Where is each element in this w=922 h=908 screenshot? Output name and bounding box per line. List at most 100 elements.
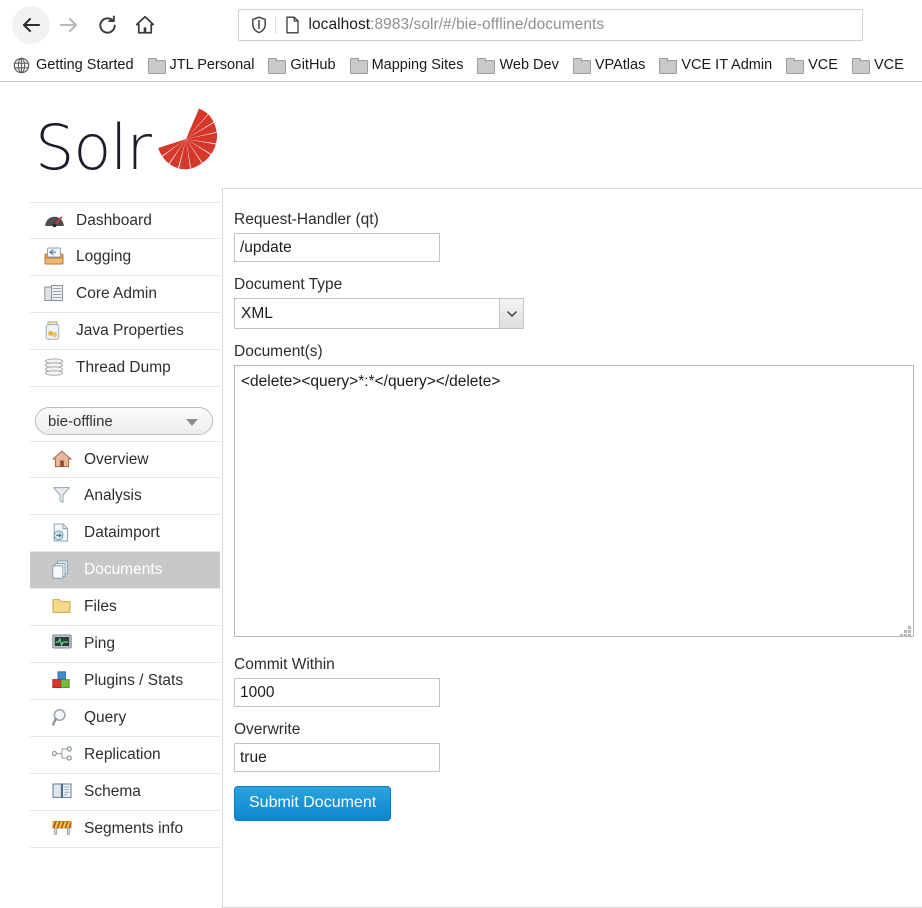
sidebar-item-label: Dashboard (76, 211, 152, 229)
documents-textarea[interactable] (234, 365, 914, 638)
browser-nav-bar: localhost:8983/solr/#/bie-offline/docume… (0, 0, 922, 50)
sidebar-item-label: Dataimport (84, 524, 160, 542)
sidebar-item-plugins-stats[interactable]: Plugins / Stats (30, 663, 220, 700)
sidebar-item-segments-info[interactable]: Segments info (30, 811, 220, 848)
sidebar-item-query[interactable]: Query (30, 700, 220, 737)
sidebar-item-thread-dump[interactable]: Thread Dump (30, 350, 220, 387)
bookmark-label: Getting Started (36, 57, 134, 73)
sidebar-item-replication[interactable]: Replication (30, 737, 220, 774)
document-type-value: XML (241, 304, 273, 322)
bookmark-label: VCE IT Admin (681, 57, 773, 73)
page-document-icon (285, 16, 299, 34)
bookmark-label: VCE (873, 57, 904, 73)
folder-icon (786, 58, 805, 74)
sidebar-item-documents[interactable]: Documents (30, 552, 220, 589)
solr-wordmark: Solr (35, 111, 152, 184)
request-handler-input[interactable] (234, 233, 440, 263)
sidebar-item-label: Logging (76, 248, 132, 266)
folder-icon (659, 58, 678, 74)
browser-chrome: localhost:8983/solr/#/bie-offline/docume… (0, 0, 922, 82)
url-bar-container: localhost:8983/solr/#/bie-offline/docume… (164, 9, 912, 41)
commit-within-input[interactable] (234, 678, 440, 708)
solr-admin-page: Solr Dashboard Logging Core Admin Java P… (0, 82, 922, 908)
sidebar-item-java-properties[interactable]: Java Properties (30, 313, 220, 350)
document-type-select[interactable]: XML (234, 298, 524, 330)
core-nav: Overview Analysis Dataimport Documents F… (30, 441, 220, 848)
home-icon (135, 15, 155, 34)
sidebar-item-label: Replication (84, 746, 161, 764)
sidebar-item-label: Thread Dump (76, 359, 171, 377)
reload-icon (98, 15, 116, 34)
segments-barrier-icon (52, 819, 74, 839)
sidebar-item-label: Core Admin (76, 285, 157, 303)
files-folder-icon (52, 597, 74, 617)
core-selector[interactable]: bie-offline (35, 407, 213, 435)
url-host: localhost (308, 16, 371, 33)
sidebar-item-label: Schema (84, 783, 141, 801)
sidebar-item-label: Plugins / Stats (84, 672, 184, 690)
home-button[interactable] (126, 6, 164, 44)
bookmark-label: JTL Personal (169, 57, 255, 73)
commit-within-label: Commit Within (234, 656, 335, 674)
sidebar-item-label: Query (84, 709, 127, 727)
bookmarks-bar: Getting Started JTL Personal GitHub Mapp… (0, 50, 922, 80)
bookmark-label: GitHub (290, 57, 336, 73)
dashboard-gauge-icon (44, 211, 66, 231)
sidebar-item-core-admin[interactable]: Core Admin (30, 276, 220, 313)
schema-book-icon (52, 782, 74, 802)
sidebar-item-files[interactable]: Files (30, 589, 220, 626)
request-handler-label: Request-Handler (qt) (234, 211, 379, 228)
sidebar-item-label: Analysis (84, 487, 142, 505)
address-bar[interactable]: localhost:8983/solr/#/bie-offline/docume… (237, 9, 863, 41)
solr-sunburst-icon (158, 108, 217, 170)
bookmark-vce[interactable]: VCE (779, 55, 845, 75)
folder-icon (477, 58, 496, 74)
forward-button[interactable] (50, 6, 88, 44)
overwrite-label: Overwrite (234, 721, 301, 739)
sidebar-item-overview[interactable]: Overview (30, 441, 220, 478)
back-button[interactable] (12, 6, 50, 44)
bookmark-mapping-sites[interactable]: Mapping Sites (343, 55, 471, 75)
bookmark-vce-2[interactable]: VCE (845, 55, 911, 75)
folder-icon (572, 58, 591, 74)
content-panel: Request-Handler (qt) Document Type XML D… (222, 188, 922, 908)
documents-label: Document(s) (234, 343, 323, 361)
url-path: :8983/solr/#/bie-offline/documents (370, 16, 605, 33)
url-divider (274, 16, 276, 34)
shield-icon (251, 16, 266, 34)
sidebar-item-ping[interactable]: Ping (30, 626, 220, 663)
bookmark-vce-it-admin[interactable]: VCE IT Admin (652, 55, 779, 75)
core-selector-container: bie-offline (35, 407, 220, 435)
reload-button[interactable] (88, 6, 126, 44)
overwrite-input[interactable] (234, 743, 440, 773)
textarea-resize-handle[interactable] (899, 625, 911, 638)
bookmark-label: Mapping Sites (371, 57, 464, 73)
bookmark-vpatlas[interactable]: VPAtlas (566, 55, 653, 75)
core-admin-servers-icon (44, 284, 66, 304)
sidebar-item-dashboard[interactable]: Dashboard (30, 202, 220, 239)
sidebar-item-schema[interactable]: Schema (30, 774, 220, 811)
bookmark-jtl-personal[interactable]: JTL Personal (141, 55, 262, 75)
document-type-label: Document Type (234, 276, 343, 294)
sidebar-item-label: Segments info (84, 820, 184, 838)
bookmark-getting-started[interactable]: Getting Started (6, 55, 141, 76)
sidebar-item-label: Ping (84, 635, 116, 653)
chevron-down-icon (186, 419, 198, 426)
sidebar-item-label: Java Properties (76, 322, 184, 340)
solr-logo[interactable]: Solr (35, 102, 220, 194)
bookmark-label: Web Dev (499, 57, 559, 73)
globe-icon (13, 57, 30, 73)
url-text: localhost:8983/solr/#/bie-offline/docume… (309, 16, 605, 34)
bookmark-web-dev[interactable]: Web Dev (470, 55, 565, 75)
sidebar-item-dataimport[interactable]: Dataimport (30, 515, 220, 552)
bookmark-github[interactable]: GitHub (261, 55, 342, 75)
folder-icon (147, 58, 166, 74)
funnel-icon (52, 486, 74, 506)
sidebar-item-analysis[interactable]: Analysis (30, 478, 220, 515)
global-nav: Dashboard Logging Core Admin Java Proper… (30, 202, 220, 387)
core-selector-value: bie-offline (48, 412, 113, 430)
logging-tray-icon (44, 247, 66, 267)
submit-document-button[interactable]: Submit Document (234, 786, 392, 822)
sidebar-item-logging[interactable]: Logging (30, 239, 220, 276)
home-house-icon (51, 450, 74, 470)
